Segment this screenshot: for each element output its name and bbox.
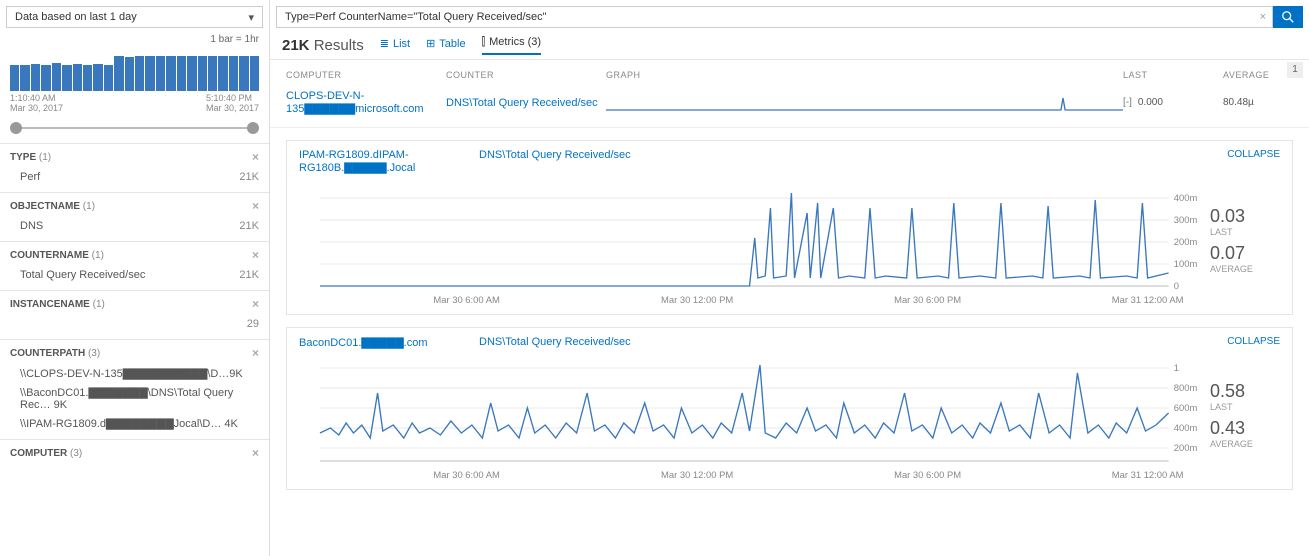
close-icon[interactable]: × <box>252 446 259 460</box>
facet-objectname: OBJECTNAME (1)× DNS21K <box>0 192 269 241</box>
slider-thumb-right[interactable] <box>247 122 259 134</box>
svg-text:Mar 30 12:00 PM: Mar 30 12:00 PM <box>661 295 733 305</box>
tab-metrics[interactable]: Metrics (3) <box>482 36 541 55</box>
expand-toggle[interactable]: [-] <box>1123 97 1132 108</box>
histogram-overview[interactable] <box>0 47 269 91</box>
metric-stats: 0.58LAST 0.43AVERAGE <box>1200 353 1280 483</box>
sidebar: Data based on last 1 day 1 bar = 1hr 1:1… <box>0 0 270 556</box>
svg-text:200m: 200m <box>1174 237 1198 247</box>
search-button[interactable] <box>1273 6 1303 28</box>
collapse-button[interactable]: COLLAPSE <box>1227 336 1280 347</box>
timerange-slider[interactable] <box>10 121 259 135</box>
facet-counterpath: COUNTERPATH (3)× \\CLOPS-DEV-N-135▇▇▇▇▇▇… <box>0 339 269 439</box>
svg-text:400m: 400m <box>1174 193 1198 203</box>
svg-text:0: 0 <box>1174 281 1179 291</box>
column-headers: COMPUTER COUNTER GRAPH LAST AVERAGE <box>270 60 1309 84</box>
counter-link[interactable]: DNS\Total Query Received/sec <box>446 97 606 109</box>
svg-text:Mar 30 6:00 PM: Mar 30 6:00 PM <box>894 295 961 305</box>
svg-text:Mar 30 12:00 PM: Mar 30 12:00 PM <box>661 470 733 480</box>
svg-text:Mar 31 12:00 AM: Mar 31 12:00 AM <box>1112 470 1184 480</box>
line-chart: 400m 300m 200m 100m 0 Mar 30 6:00 AM Mar… <box>299 178 1200 308</box>
slider-thumb-left[interactable] <box>10 122 22 134</box>
bar-hint: 1 bar = 1hr <box>0 34 259 45</box>
main-panel: Type=Perf CounterName="Total Query Recei… <box>270 0 1309 556</box>
clear-icon[interactable]: × <box>1260 11 1266 23</box>
svg-text:800m: 800m <box>1174 383 1198 393</box>
metric-card-ipam: IPAM-RG1809.dIPAM-RG180B.▇▇▇▇▇.Jocal DNS… <box>286 140 1293 315</box>
svg-text:200m: 200m <box>1174 443 1198 453</box>
svg-text:100m: 100m <box>1174 259 1198 269</box>
tabs: 21K Results List Table Metrics (3) <box>270 28 1309 60</box>
result-count: 21K Results <box>282 37 364 54</box>
facet-row[interactable]: 29 <box>10 315 259 333</box>
counter-link[interactable]: DNS\Total Query Received/sec <box>479 149 631 174</box>
metric-card-bacon: BaconDC01.▇▇▇▇▇.com DNS\Total Query Rece… <box>286 327 1293 490</box>
facet-type: TYPE (1)× Perf21K <box>0 143 269 192</box>
facet-computer: COMPUTER (3)× <box>0 439 269 470</box>
facet-row[interactable]: \\IPAM-RG1809.d▇▇▇▇▇▇▇▇Jocal\D… 4K <box>10 414 259 433</box>
collapse-button[interactable]: COLLAPSE <box>1227 149 1280 160</box>
close-icon[interactable]: × <box>252 248 259 262</box>
facet-row[interactable]: \\CLOPS-DEV-N-135▇▇▇▇▇▇▇▇▇▇\D…9K <box>10 364 259 383</box>
metric-stats: 0.03LAST 0.07AVERAGE <box>1200 178 1280 308</box>
histogram-timelabels: 1:10:40 AMMar 30, 2017 5:10:40 PMMar 30,… <box>0 91 269 117</box>
timerange-dropdown[interactable]: Data based on last 1 day <box>6 6 263 28</box>
close-icon[interactable]: × <box>252 150 259 164</box>
computer-link[interactable]: IPAM-RG1809.dIPAM-RG180B.▇▇▇▇▇.Jocal <box>299 149 459 174</box>
svg-text:400m: 400m <box>1174 423 1198 433</box>
facet-row[interactable]: DNS21K <box>10 217 259 235</box>
svg-text:Mar 31 12:00 AM: Mar 31 12:00 AM <box>1112 295 1184 305</box>
metric-row-collapsed: CLOPS-DEV-N-135▇▇▇▇▇▇microsoft.com DNS\T… <box>270 84 1309 128</box>
line-chart: 1 800m 600m 400m 200m Mar 30 6:00 AM Mar… <box>299 353 1200 483</box>
sparkline <box>606 94 1123 112</box>
facet-countername: COUNTERNAME (1)× Total Query Received/se… <box>0 241 269 290</box>
svg-text:Mar 30 6:00 AM: Mar 30 6:00 AM <box>433 295 499 305</box>
facet-row[interactable]: Total Query Received/sec21K <box>10 266 259 284</box>
svg-text:Mar 30 6:00 PM: Mar 30 6:00 PM <box>894 470 961 480</box>
svg-text:300m: 300m <box>1174 215 1198 225</box>
search-input[interactable]: Type=Perf CounterName="Total Query Recei… <box>276 6 1273 28</box>
tab-list[interactable]: List <box>380 37 410 54</box>
computer-link[interactable]: BaconDC01.▇▇▇▇▇.com <box>299 336 459 349</box>
close-icon[interactable]: × <box>252 297 259 311</box>
facet-instancename: INSTANCENAME (1)× 29 <box>0 290 269 339</box>
computer-link[interactable]: CLOPS-DEV-N-135▇▇▇▇▇▇microsoft.com <box>286 90 446 115</box>
svg-text:1: 1 <box>1174 363 1179 373</box>
page-number[interactable]: 1 <box>1287 62 1303 78</box>
counter-link[interactable]: DNS\Total Query Received/sec <box>479 336 631 349</box>
facet-row[interactable]: \\BaconDC01.▇▇▇▇▇▇▇\DNS\Total Query Rec…… <box>10 383 259 414</box>
tab-table[interactable]: Table <box>426 37 466 54</box>
close-icon[interactable]: × <box>252 199 259 213</box>
close-icon[interactable]: × <box>252 346 259 360</box>
svg-text:600m: 600m <box>1174 403 1198 413</box>
facet-row[interactable]: Perf21K <box>10 168 259 186</box>
search-icon <box>1281 10 1295 24</box>
svg-text:Mar 30 6:00 AM: Mar 30 6:00 AM <box>433 470 499 480</box>
